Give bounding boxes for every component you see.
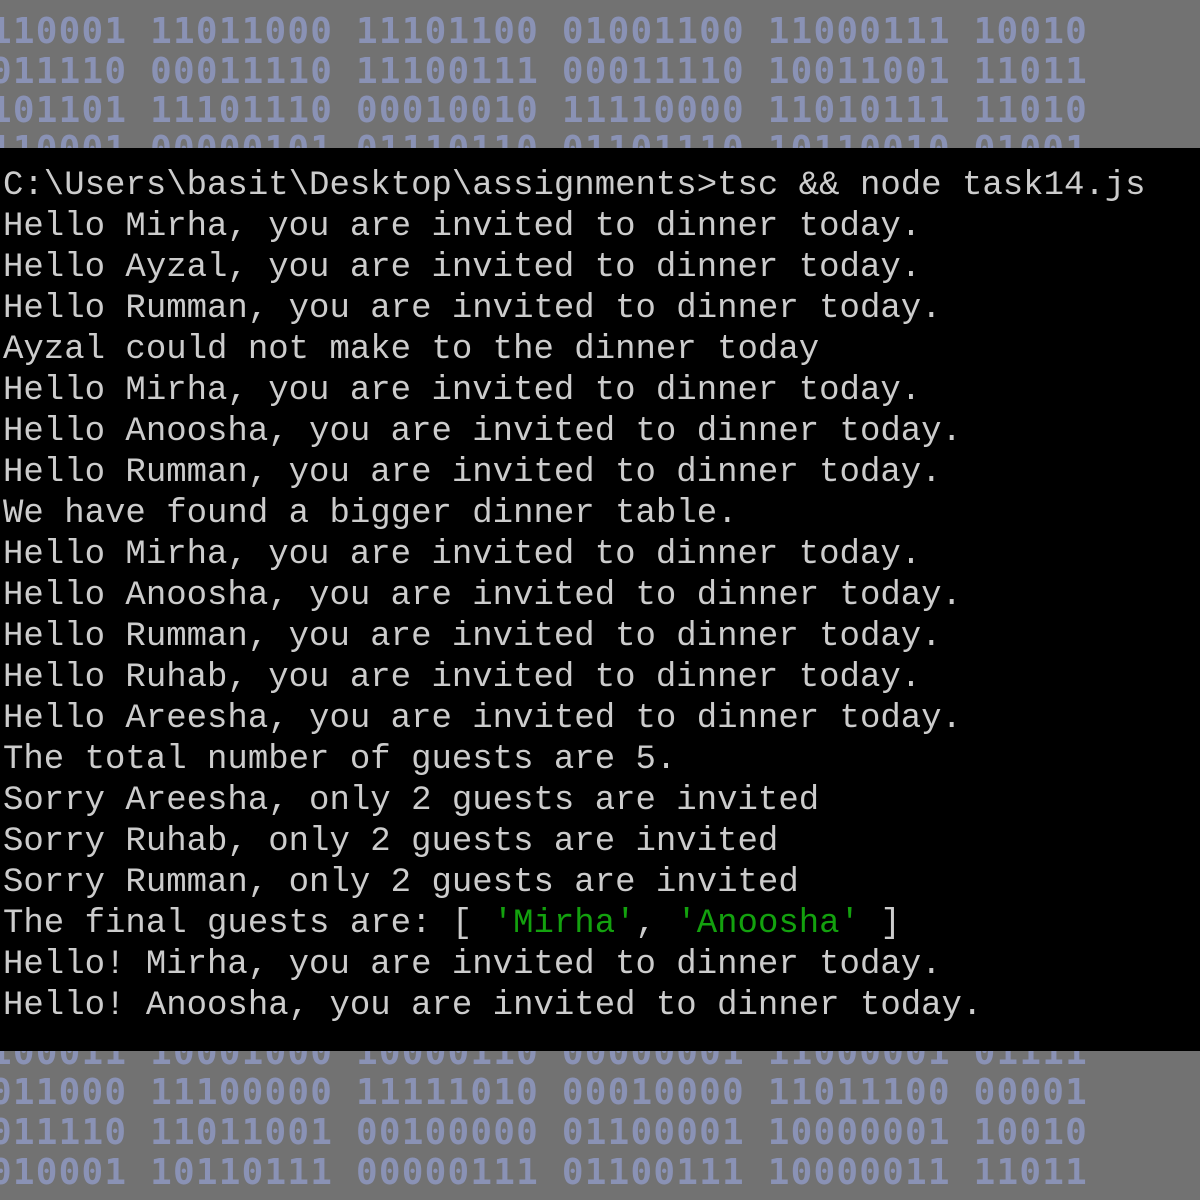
binary-row-top-1: 110001 11011000 11101100 01001100 110001… — [0, 11, 1088, 52]
binary-row-top-2: 011110 00011110 11100111 00011110 100110… — [0, 51, 1088, 92]
command-line: C:\Users\basit\Desktop\assignments>tsc &… — [3, 167, 1146, 205]
final-guests-line: The final guests are: [ 'Mirha', 'Anoosh… — [3, 904, 901, 945]
output-line: Sorry Rumman, only 2 guests are invited — [3, 864, 799, 902]
output-line: Ayzal could not make to the dinner today — [3, 331, 820, 369]
binary-row-bottom-3: 011110 11011001 00100000 01100001 100000… — [0, 1112, 1088, 1153]
output-line: Hello Ayzal, you are invited to dinner t… — [3, 249, 922, 287]
output-line: Hello Mirha, you are invited to dinner t… — [3, 208, 922, 246]
output-line: Hello Anoosha, you are invited to dinner… — [3, 577, 962, 615]
guest-string: 'Mirha' — [492, 905, 636, 943]
output-line: Hello Rumman, you are invited to dinner … — [3, 454, 942, 492]
output-line: Hello Rumman, you are invited to dinner … — [3, 618, 942, 656]
output-line: Hello Rumman, you are invited to dinner … — [3, 290, 942, 328]
output-line: Hello Mirha, you are invited to dinner t… — [3, 372, 922, 410]
output-line: Hello! Mirha, you are invited to dinner … — [3, 946, 942, 984]
binary-row-bottom-2: 011000 11100000 11111010 00010000 110111… — [0, 1072, 1088, 1113]
binary-row-top-3: 101101 11101110 00010010 11110000 110101… — [0, 90, 1088, 131]
text-segment: ] — [859, 905, 901, 943]
output-line: Hello Anoosha, you are invited to dinner… — [3, 413, 962, 451]
output-line: Sorry Ruhab, only 2 guests are invited — [3, 823, 779, 861]
output-line: Hello Mirha, you are invited to dinner t… — [3, 536, 922, 574]
output-line: The total number of guests are 5. — [3, 741, 677, 779]
text-segment: The final guests are: [ — [3, 905, 493, 943]
binary-row-bottom-4: 010001 10110111 00000111 01100111 100000… — [0, 1152, 1088, 1193]
output-line: Hello Areesha, you are invited to dinner… — [3, 700, 962, 738]
text-segment: , — [635, 905, 677, 943]
output-line: Sorry Areesha, only 2 guests are invited — [3, 782, 820, 820]
output-line: Hello Ruhab, you are invited to dinner t… — [3, 659, 922, 697]
output-line: We have found a bigger dinner table. — [3, 495, 738, 533]
output-line: Hello! Anoosha, you are invited to dinne… — [3, 987, 983, 1025]
terminal-output[interactable]: C:\Users\basit\Desktop\assignments>tsc &… — [0, 148, 1200, 1051]
guest-string: 'Anoosha' — [676, 905, 860, 943]
